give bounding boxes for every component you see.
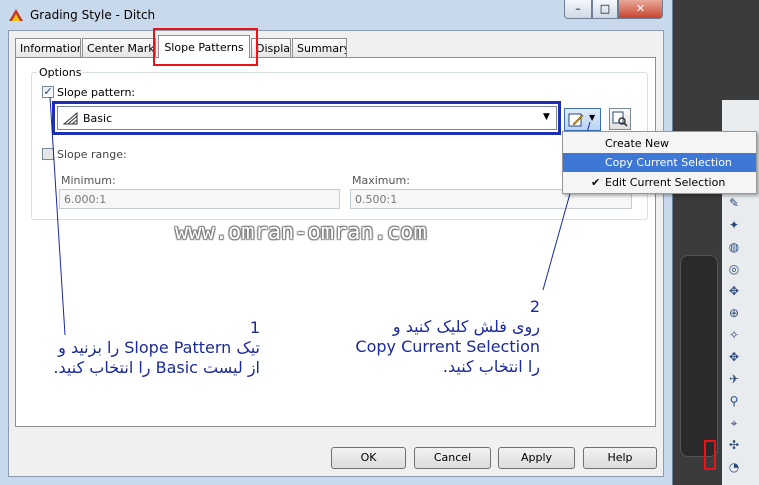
snap-tool-icon[interactable]: ✣: [726, 437, 742, 453]
minimum-label: Minimum:: [61, 174, 116, 187]
tab-center-marker[interactable]: Center Marker: [82, 38, 156, 57]
measure-tool-icon[interactable]: ⌖: [726, 415, 742, 431]
maximize-button[interactable]: □: [592, 0, 618, 19]
edit-pattern-button[interactable]: [564, 108, 601, 131]
slope-range-label: Slope range:: [57, 148, 127, 161]
magnifier-icon: [612, 111, 628, 127]
watermark: www.omran-omran.com: [175, 220, 427, 245]
pin-tool-icon[interactable]: ⚲: [726, 393, 742, 409]
fly-tool-icon[interactable]: ✈: [726, 371, 742, 387]
zoom-tool-icon[interactable]: ⊕: [726, 305, 742, 321]
transform-tool-icon[interactable]: ✦: [726, 217, 742, 233]
walk-tool-icon[interactable]: ✧: [726, 327, 742, 343]
edit-menu-arrow-icon[interactable]: ▼: [589, 113, 595, 122]
menu-item-copy-current-selection[interactable]: Copy Current Selection: [563, 153, 756, 172]
options-group-label: Options: [37, 66, 84, 79]
globe-tool-icon[interactable]: ◍: [726, 239, 742, 255]
window-title: Grading Style - Ditch: [30, 8, 156, 22]
checkmark-icon: ✔: [591, 176, 601, 189]
apply-button[interactable]: Apply: [498, 447, 575, 469]
navigation-bar: [680, 255, 718, 457]
tab-information[interactable]: Information: [15, 38, 81, 57]
dropdown-highlight-box: [52, 101, 561, 135]
orbit-tool-icon[interactable]: ◎: [726, 261, 742, 277]
maximum-label: Maximum:: [352, 174, 410, 187]
cancel-button[interactable]: Cancel: [414, 447, 491, 469]
ok-button[interactable]: OK: [331, 447, 406, 469]
app-icon: [9, 9, 23, 21]
edit-pattern-icon: [568, 113, 584, 127]
annotation-1-line-1: تیک Slope Pattern را بزنید و: [58, 338, 260, 357]
annotation-1-line-2: از لیست Basic را انتخاب کنید.: [53, 358, 260, 377]
annotation-2-line-2: Copy Current Selection: [355, 337, 540, 356]
annotation-2-number: 2: [529, 297, 540, 316]
tab-summary[interactable]: Summary: [292, 38, 347, 57]
minimum-field[interactable]: 6.000:1: [59, 189, 340, 209]
close-button[interactable]: ✕: [618, 0, 663, 19]
help-button[interactable]: Help: [583, 447, 657, 469]
annotation-1-number: 1: [249, 318, 260, 337]
tab-highlight-box: [153, 28, 258, 66]
section-tool-icon[interactable]: ◔: [726, 459, 742, 475]
draw-tool-icon[interactable]: ✎: [726, 195, 742, 211]
menu-item-create-new[interactable]: Create New: [563, 134, 756, 153]
pan-tool-icon[interactable]: ✥: [726, 283, 742, 299]
slope-pattern-checkbox[interactable]: ✓: [42, 86, 54, 98]
minimize-button[interactable]: –: [564, 0, 592, 19]
annotation-2-line-3: را انتخاب کنید.: [442, 357, 540, 376]
pick-from-drawing-button[interactable]: [609, 108, 631, 130]
annotation-step-2: 2 روی فلش کلیک کنید و Copy Current Selec…: [340, 297, 540, 377]
annotation-2-line-1: روی فلش کلیک کنید و: [392, 317, 540, 336]
look-tool-icon[interactable]: ✥: [726, 349, 742, 365]
annotation-step-1: 1 تیک Slope Pattern را بزنید و از لیست B…: [30, 318, 260, 378]
slope-range-checkbox[interactable]: [42, 148, 54, 160]
slope-pattern-label: Slope pattern:: [57, 86, 136, 99]
help-highlight-box: [704, 440, 716, 470]
